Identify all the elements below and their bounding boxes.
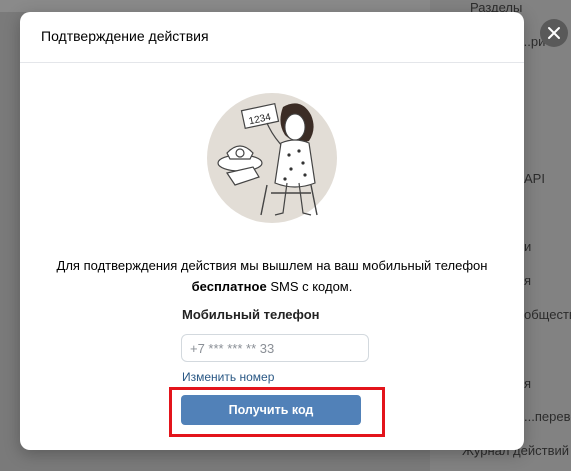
- close-button[interactable]: [540, 19, 568, 47]
- message-bold-text: бесплатное: [191, 279, 267, 294]
- bg-menu-item: и: [524, 239, 532, 254]
- bg-menu-item: общества: [524, 307, 571, 322]
- phone-label: Мобильный телефон: [182, 307, 320, 322]
- get-code-button[interactable]: Получить код: [181, 395, 361, 425]
- bg-menu-item: я: [524, 273, 532, 288]
- message-text: Для подтверждения действия мы вышлем на …: [56, 258, 488, 273]
- modal-header: Подтверждение действия: [20, 12, 524, 63]
- sms-girl-illustration: 1234: [207, 93, 337, 223]
- bg-menu-item: ...перевод: [524, 409, 571, 424]
- sms-message: Для подтверждения действия мы вышлем на …: [20, 255, 524, 297]
- bg-menu-item: я: [524, 376, 532, 391]
- change-number-link[interactable]: Изменить номер: [182, 370, 274, 384]
- phone-input[interactable]: [181, 334, 369, 362]
- close-icon: [548, 27, 560, 39]
- message-text-end: SMS с кодом.: [266, 279, 353, 294]
- confirmation-modal: Подтверждение действия 1234 Для подтверж…: [20, 12, 524, 450]
- bg-menu-item: API: [524, 171, 545, 186]
- modal-title: Подтверждение действия: [41, 28, 209, 44]
